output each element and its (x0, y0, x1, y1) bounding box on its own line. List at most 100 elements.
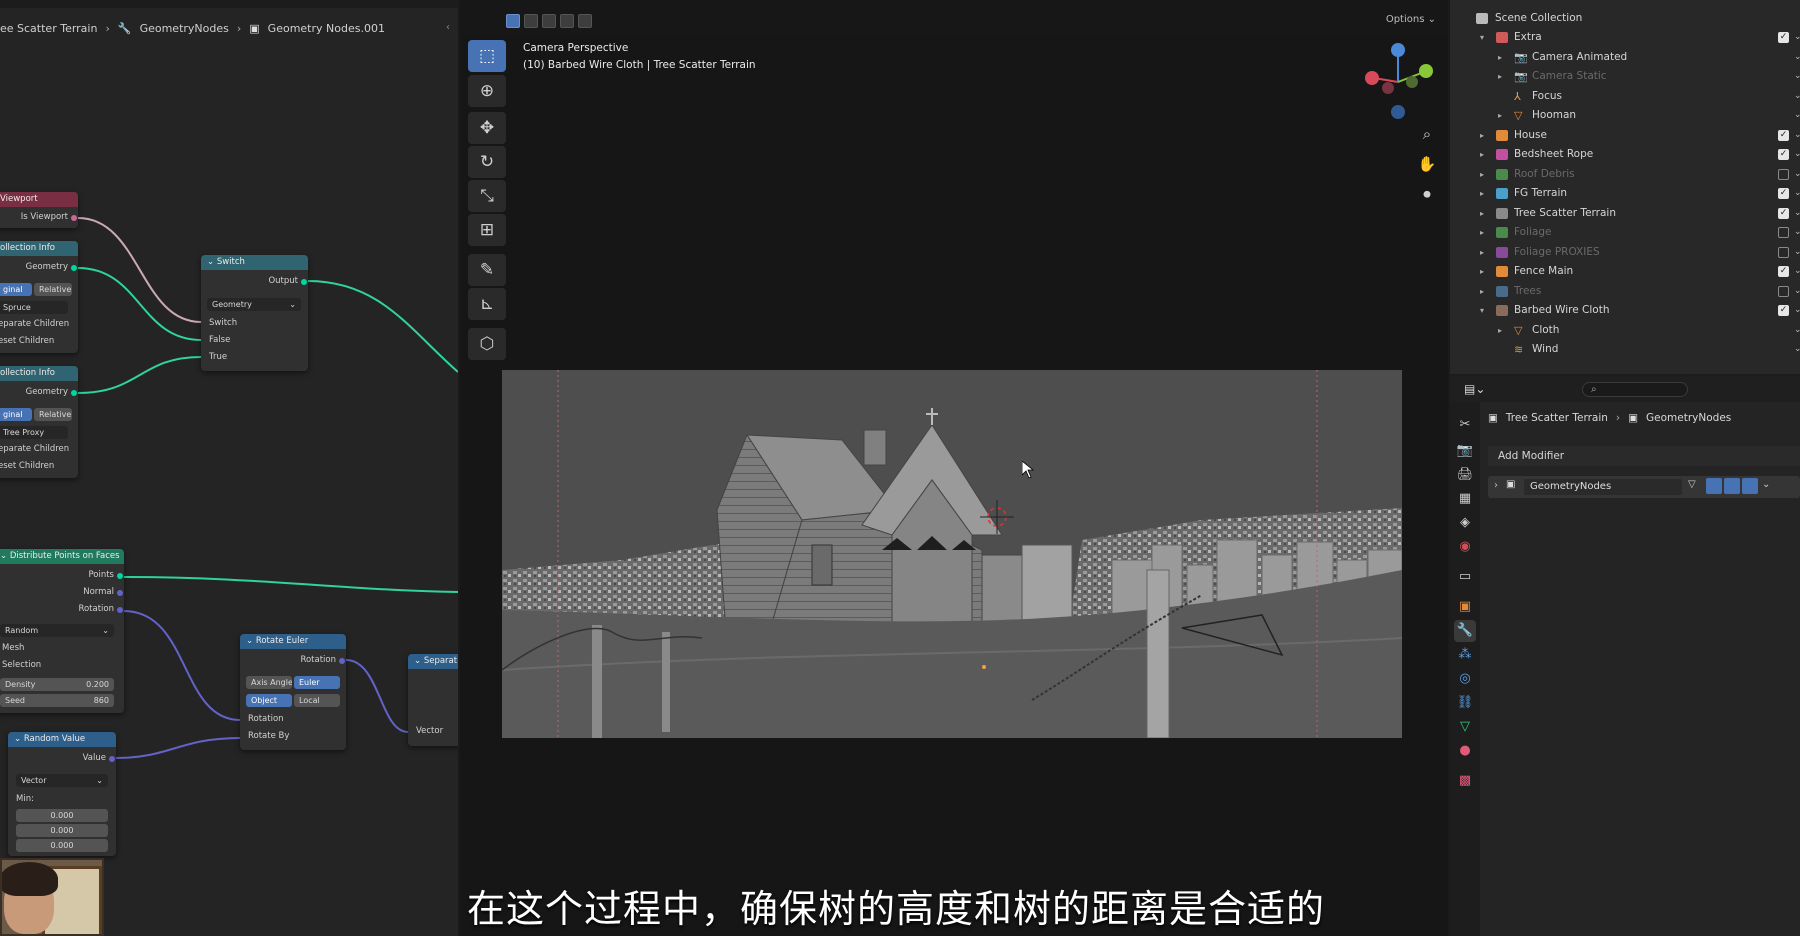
particles-tab-icon[interactable]: ⁂ (1454, 644, 1476, 666)
outliner-item[interactable]: ▸ ▽ Hooman ⌄ (1450, 106, 1800, 125)
modifier-name-field[interactable]: GeometryNodes (1524, 479, 1682, 495)
node-is-viewport[interactable]: Viewport Is Viewport (0, 192, 78, 228)
output-socket[interactable] (71, 390, 77, 396)
expand-right-icon[interactable]: ▸ (1480, 145, 1484, 164)
method-dropdown[interactable]: Random ⌄ (0, 624, 114, 637)
chevron-down-icon[interactable]: ⌄ (1794, 126, 1800, 145)
exclude-checkbox[interactable]: ✓ (1778, 149, 1789, 160)
select-mode-intersect-icon[interactable] (578, 14, 592, 28)
editor-type-icon[interactable]: ▤⌄ (1464, 382, 1485, 396)
scene-tab-icon[interactable]: ◈ (1454, 512, 1476, 534)
density-field[interactable]: Density 0.200 (0, 678, 114, 691)
collection-field[interactable]: Spruce (0, 301, 68, 314)
chevron-down-icon[interactable]: ⌄ (1794, 204, 1800, 223)
object-tab-icon[interactable]: ▣ (1454, 596, 1476, 618)
exclude-checkbox[interactable] (1778, 227, 1789, 238)
modifier-menu-icon[interactable]: ⌄ (1762, 479, 1770, 490)
chevron-down-icon[interactable]: ⌄ (1794, 87, 1800, 106)
outliner-item[interactable]: ⅄ Focus ⌄ (1450, 87, 1800, 106)
breadcrumb-object[interactable]: ee Scatter Terrain (0, 22, 97, 35)
exclude-checkbox[interactable]: ✓ (1778, 207, 1789, 219)
transform-tool-icon[interactable]: ⊞ (468, 214, 506, 246)
add-modifier-button[interactable]: Add Modifier (1488, 446, 1800, 466)
original-toggle[interactable]: ginal (0, 408, 32, 421)
min-y-field[interactable]: 0.000 (16, 824, 108, 837)
move-tool-icon[interactable]: ✥ (468, 112, 506, 144)
select-mode-invert-icon[interactable] (560, 14, 574, 28)
outliner-item[interactable]: ▸ Roof Debris ⌄ (1450, 165, 1800, 184)
outliner-item[interactable]: ▸ FG Terrain ✓ ⌄ (1450, 184, 1800, 203)
add-cube-tool-icon[interactable]: ⬡ (468, 328, 506, 360)
node-collection-info[interactable]: ollection Info Geometry ginal Relative S… (0, 241, 78, 353)
output-socket[interactable] (117, 607, 123, 613)
node-separate-xyz[interactable]: ⌄ Separat Vector (408, 654, 458, 746)
exclude-checkbox[interactable]: ✓ (1778, 32, 1789, 43)
output-socket[interactable] (71, 215, 77, 221)
camera-view-icon[interactable]: ⏺ (1415, 182, 1439, 206)
properties-search-input[interactable]: ⌕ (1582, 382, 1688, 397)
outliner-panel[interactable]: Scene Collection ▾ Extra ✓ ⌄ ▸ 📷 Camera Animat… (1450, 0, 1800, 374)
object-toggle[interactable]: Object (246, 694, 292, 707)
material-tab-icon[interactable]: ● (1454, 740, 1476, 762)
node-distribute-points[interactable]: ⌄ Distribute Points on Faces Points Norm… (0, 549, 124, 713)
collection-tab-icon[interactable]: ▭ (1454, 566, 1476, 588)
3d-viewport[interactable]: Options ⌄ Camera Perspective (10) Barbed… (460, 0, 1448, 936)
physics-tab-icon[interactable]: ◎ (1454, 668, 1476, 690)
min-z-field[interactable]: 0.000 (16, 839, 108, 852)
expand-right-icon[interactable]: ▸ (1480, 126, 1484, 145)
edit-mode-toggle-icon[interactable]: ▽ (1688, 479, 1696, 490)
chevron-down-icon[interactable]: ⌄ (1794, 321, 1800, 340)
scale-tool-icon[interactable]: ⤡ (468, 180, 506, 212)
expand-down-icon[interactable]: ▾ (1480, 301, 1484, 320)
expand-right-icon[interactable]: ▸ (1480, 184, 1484, 203)
output-socket[interactable] (109, 756, 115, 762)
euler-toggle[interactable]: Euler (294, 676, 340, 689)
chevron-down-icon[interactable]: ⌄ (1794, 301, 1800, 320)
seed-field[interactable]: Seed 860 (0, 694, 114, 707)
type-dropdown[interactable]: Vector ⌄ (16, 774, 108, 787)
properties-panel[interactable]: ▤⌄ ⌕ ✂ 📷 🖨 ▦ ◈ ◉ ▭ ▣ 🔧 ⁂ ◎ ⛓ ▽ ● ▩ ▣ Tre… (1450, 376, 1800, 936)
expand-right-icon[interactable]: ▸ (1498, 67, 1502, 86)
chevron-down-icon[interactable]: ⌄ (1794, 243, 1800, 262)
expand-arrow-icon[interactable]: › (1494, 480, 1498, 491)
node-collection-info[interactable]: ollection Info Geometry ginal Relative T… (0, 366, 78, 478)
outliner-item[interactable]: ▸ 📷 Camera Static ⌄ (1450, 67, 1800, 86)
outliner-item[interactable]: ▸ Bedsheet Rope ✓ ⌄ (1450, 145, 1800, 164)
exclude-checkbox[interactable]: ✓ (1778, 305, 1789, 316)
rotate-tool-icon[interactable]: ↻ (468, 146, 506, 178)
relative-toggle[interactable]: Relative (34, 408, 72, 421)
outliner-item[interactable]: ▾ Barbed Wire Cloth ✓ ⌄ (1450, 301, 1800, 320)
world-tab-icon[interactable]: ◉ (1454, 536, 1476, 558)
cage-toggle-icon[interactable] (1706, 478, 1722, 494)
chevron-down-icon[interactable]: ⌄ (1794, 28, 1800, 47)
expand-right-icon[interactable]: ▸ (1480, 243, 1484, 262)
chevron-down-icon[interactable]: ⌄ (1794, 282, 1800, 301)
relative-toggle[interactable]: Relative (34, 283, 72, 296)
min-x-field[interactable]: 0.000 (16, 809, 108, 822)
output-socket[interactable] (71, 265, 77, 271)
options-dropdown[interactable]: Options ⌄ (1386, 14, 1436, 25)
expand-right-icon[interactable]: ▸ (1480, 262, 1484, 281)
output-socket[interactable] (117, 573, 123, 579)
tool-tab-icon[interactable]: ✂ (1454, 414, 1476, 436)
outliner-root-row[interactable]: Scene Collection (1450, 9, 1800, 28)
expand-right-icon[interactable]: ▸ (1480, 282, 1484, 301)
exclude-checkbox[interactable]: ✓ (1778, 266, 1789, 277)
expand-right-icon[interactable]: ▸ (1498, 106, 1502, 125)
pan-hand-icon[interactable]: ✋ (1415, 152, 1439, 176)
node-switch[interactable]: ⌄ Switch Output Geometry ⌄ Switch False T… (201, 255, 308, 371)
view-layer-tab-icon[interactable]: ▦ (1454, 488, 1476, 510)
chevron-down-icon[interactable]: ⌄ (1794, 48, 1800, 67)
outliner-item[interactable]: ▸ 📷 Camera Animated ⌄ (1450, 48, 1800, 67)
navigation-gizmo[interactable] (1360, 38, 1440, 122)
cursor-tool-icon[interactable]: ⊕ (468, 75, 506, 107)
exclude-checkbox[interactable] (1778, 246, 1789, 258)
modifier-tab-icon[interactable]: 🔧 (1454, 620, 1476, 642)
exclude-checkbox[interactable] (1778, 285, 1789, 297)
chevron-down-icon[interactable]: ⌄ (1794, 67, 1800, 86)
expand-right-icon[interactable]: ▸ (1480, 165, 1484, 184)
outliner-item[interactable]: ≋ Wind ⌄ (1450, 340, 1800, 359)
annotate-tool-icon[interactable]: ✎ (468, 254, 506, 286)
outliner-item[interactable]: ▸ House ✓ ⌄ (1450, 126, 1800, 145)
select-mode-extend-icon[interactable] (524, 14, 538, 28)
